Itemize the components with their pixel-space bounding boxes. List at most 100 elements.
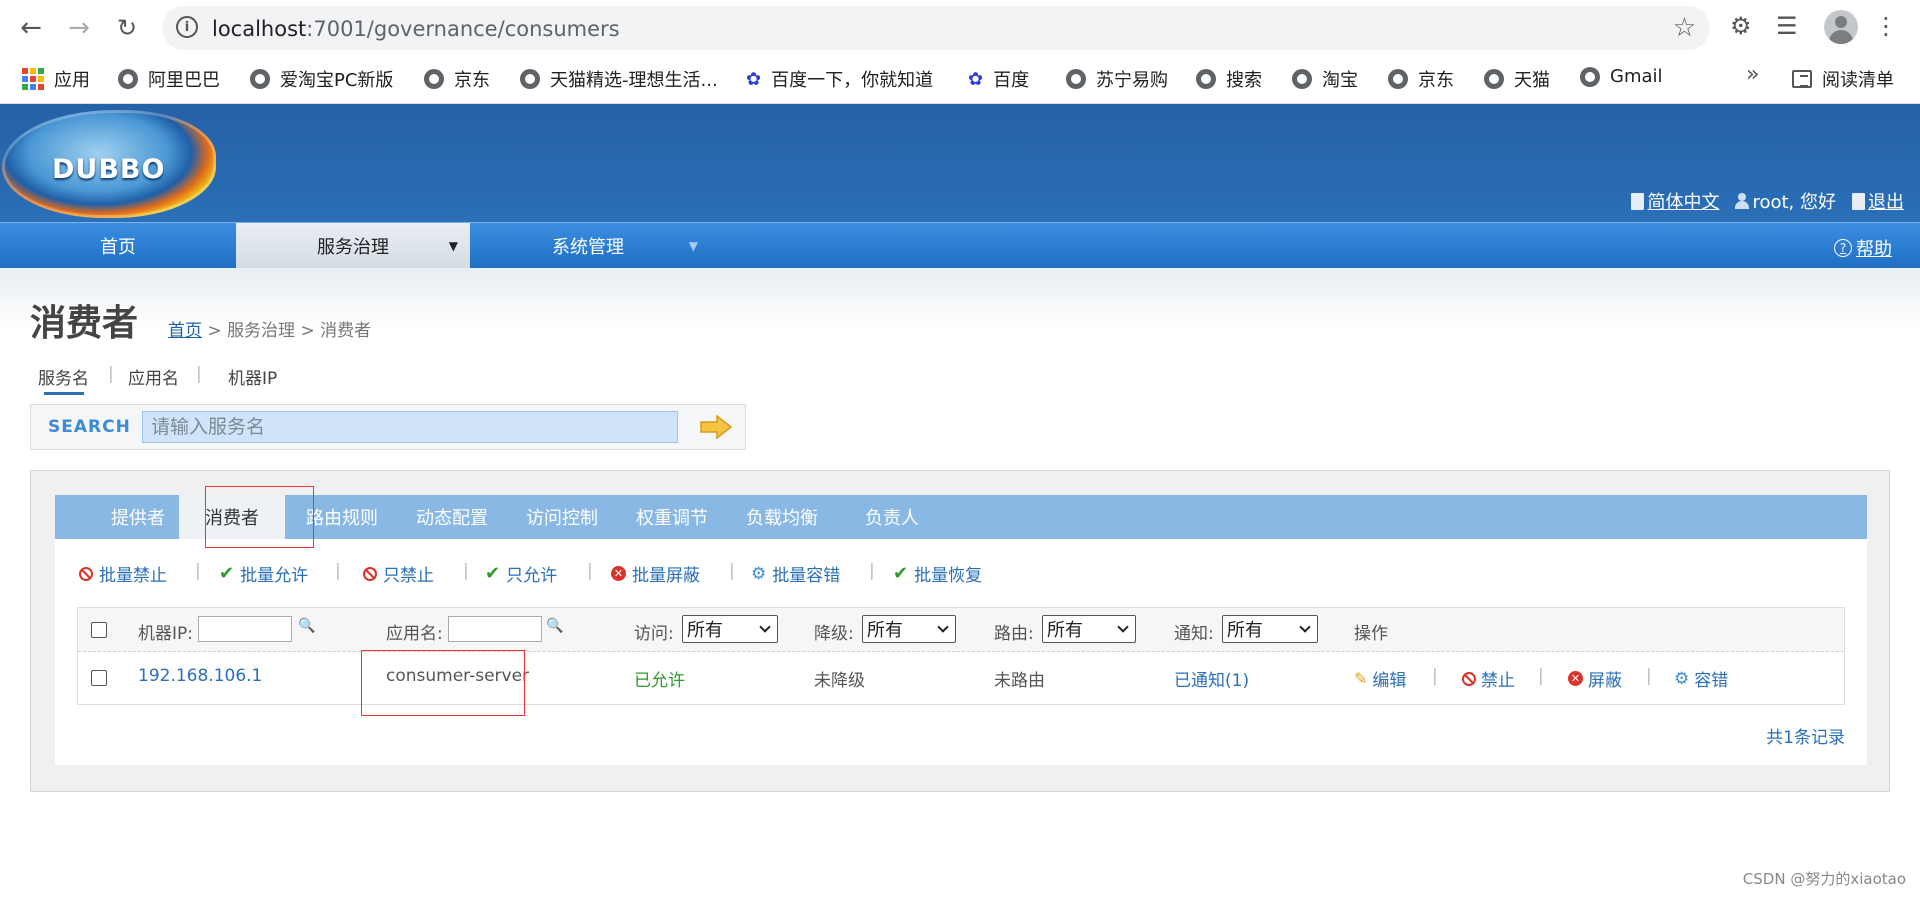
batch-forbid-button[interactable]: 批量禁止 <box>79 561 167 586</box>
only-allow-button[interactable]: ✔ 只允许 <box>485 561 557 586</box>
app-header: DUBBO 简体中文 root, 您好 退出 <box>0 104 1920 222</box>
bookmarks-bar: 应用 阿里巴巴 爱淘宝PC新版 京东 天猫精选-理想生活... ✿ 百度一下，你就… <box>0 58 1920 98</box>
bookmarks-more-button[interactable]: » <box>1746 62 1759 87</box>
bookmark-jd[interactable]: 京东 <box>424 66 490 92</box>
bookmark-baidu[interactable]: ✿ 百度 <box>968 66 1029 92</box>
row-notify-link[interactable]: 已通知(1) <box>1174 666 1249 691</box>
action-divider: | <box>1432 666 1438 686</box>
browser-menu-icon[interactable]: ⋮ <box>1874 12 1898 40</box>
bookmark-label: 天猫精选-理想生活... <box>550 70 718 91</box>
ip-filter-input[interactable] <box>198 616 292 642</box>
search-tab-ip[interactable]: 机器IP <box>228 364 277 389</box>
watermark: CSDN @努力的xiaotao <box>1742 870 1906 888</box>
tab-load-balance[interactable]: 负载均衡 <box>727 495 837 539</box>
bookmark-label: 京东 <box>454 70 490 91</box>
bookmark-baidu-search[interactable]: ✿ 百度一下，你就知道 <box>746 66 933 92</box>
access-filter-value: 所有 <box>687 620 723 641</box>
select-all-checkbox[interactable] <box>91 622 107 638</box>
bookmark-tmall-select[interactable]: 天猫精选-理想生活... <box>520 66 718 92</box>
bookmark-alibaba[interactable]: 阿里巴巴 <box>118 66 220 92</box>
batch-shield-button[interactable]: ✕ 批量屏蔽 <box>611 561 700 586</box>
globe-icon <box>1066 69 1086 89</box>
search-submit-arrow-icon[interactable] <box>699 413 733 441</box>
language-link[interactable]: 简体中文 <box>1631 188 1719 214</box>
address-url[interactable]: localhost:7001/governance/consumers <box>212 17 620 41</box>
nav-home[interactable]: 首页 <box>0 223 236 269</box>
bookmark-gmail[interactable]: Gmail <box>1580 66 1663 87</box>
globe-icon <box>1292 69 1312 89</box>
tab-route-rules[interactable]: 路由规则 <box>287 495 397 539</box>
header-app: 应用名: <box>386 624 443 644</box>
bookmark-label: 阿里巴巴 <box>148 70 220 91</box>
row-ip-link[interactable]: 192.168.106.1 <box>138 666 262 686</box>
forbid-icon <box>79 566 93 581</box>
search-tab-app[interactable]: 应用名 <box>128 364 179 389</box>
shield-button[interactable]: ✕ 屏蔽 <box>1568 666 1622 691</box>
bookmark-jd-2[interactable]: 京东 <box>1388 66 1454 92</box>
access-filter-select[interactable]: 所有 <box>682 615 778 643</box>
tolerance-button[interactable]: ⚙ 容错 <box>1674 666 1728 692</box>
back-icon[interactable]: ← <box>14 11 48 45</box>
reading-list-button[interactable]: 阅读清单 <box>1792 66 1894 92</box>
bookmark-label: 淘宝 <box>1322 70 1358 91</box>
breadcrumb: 首页 > 服务治理 > 消费者 <box>168 316 371 341</box>
forbid-button[interactable]: 禁止 <box>1462 666 1515 691</box>
route-filter-select[interactable]: 所有 <box>1042 615 1136 643</box>
bookmark-taobao[interactable]: 淘宝 <box>1292 66 1358 92</box>
only-forbid-button[interactable]: 只禁止 <box>363 561 434 586</box>
bookmark-suning[interactable]: 苏宁易购 <box>1066 66 1168 92</box>
batch-tolerance-button[interactable]: ⚙ 批量容错 <box>751 561 840 587</box>
search-icon[interactable]: 🔍 <box>298 618 315 634</box>
reading-list-icon <box>1792 70 1812 88</box>
row-route-status: 未路由 <box>994 671 1045 691</box>
tab-weight[interactable]: 权重调节 <box>617 495 727 539</box>
reload-icon[interactable]: ↻ <box>110 11 144 45</box>
edit-button[interactable]: ✎ 编辑 <box>1354 666 1406 691</box>
toolbar-divider: | <box>587 561 593 581</box>
tab-providers[interactable]: 提供者 <box>83 495 193 539</box>
only-forbid-label: 只禁止 <box>383 566 434 586</box>
user-label: root, 您好 <box>1752 192 1836 213</box>
search-input[interactable] <box>142 411 678 443</box>
baidu-paw-icon: ✿ <box>968 68 984 90</box>
header-operations: 操作 <box>1354 624 1388 644</box>
extensions-icon[interactable]: ⚙ <box>1730 12 1752 40</box>
dubbo-logo[interactable]: DUBBO <box>2 110 216 218</box>
notify-filter-select[interactable]: 所有 <box>1222 615 1318 643</box>
shield-x-icon: ✕ <box>611 566 626 581</box>
breadcrumb-home[interactable]: 首页 <box>168 321 202 341</box>
address-bar[interactable]: i localhost:7001/governance/consumers ☆ <box>162 6 1710 50</box>
document-icon <box>1631 192 1645 210</box>
logout-link[interactable]: 退出 <box>1852 188 1904 214</box>
batch-allow-button[interactable]: ✔ 批量允许 <box>219 561 308 586</box>
bookmark-aitaobao[interactable]: 爱淘宝PC新版 <box>250 66 393 92</box>
header-route: 路由: <box>994 624 1034 644</box>
profile-avatar[interactable] <box>1824 10 1858 44</box>
nav-service-governance[interactable]: 服务治理 ▼ <box>236 223 470 269</box>
bookmark-star-icon[interactable]: ☆ <box>1673 13 1696 43</box>
search-icon[interactable]: 🔍 <box>546 618 563 634</box>
batch-restore-button[interactable]: ✔ 批量恢复 <box>893 561 982 586</box>
help-link[interactable]: ? 帮助 <box>1834 235 1892 261</box>
help-icon: ? <box>1834 239 1852 257</box>
content-panel: 提供者 消费者 路由规则 动态配置 访问控制 权重调节 负载均衡 负责人 批量禁… <box>30 470 1890 792</box>
nav-system-management[interactable]: 系统管理 ▼ <box>470 223 706 269</box>
tab-access-control[interactable]: 访问控制 <box>507 495 617 539</box>
toolbar-divider: | <box>463 561 469 581</box>
app-filter-input[interactable] <box>448 616 542 642</box>
bookmark-search[interactable]: 搜索 <box>1196 66 1262 92</box>
nav-home-label: 首页 <box>100 237 136 258</box>
tab-dynamic-config[interactable]: 动态配置 <box>397 495 507 539</box>
search-tab-service[interactable]: 服务名 <box>38 364 89 389</box>
tab-consumers[interactable]: 消费者 <box>179 495 285 539</box>
media-icon[interactable]: ☰ <box>1776 12 1798 40</box>
tab-owner[interactable]: 负责人 <box>837 495 947 539</box>
bookmark-label: 京东 <box>1418 70 1454 91</box>
bookmark-apps[interactable]: 应用 <box>22 66 90 92</box>
site-info-icon[interactable]: i <box>176 16 198 38</box>
row-checkbox[interactable] <box>91 670 107 686</box>
degrade-filter-select[interactable]: 所有 <box>862 615 956 643</box>
bookmark-tmall[interactable]: 天猫 <box>1484 66 1550 92</box>
batch-shield-label: 批量屏蔽 <box>632 566 700 586</box>
forward-icon[interactable]: → <box>62 11 96 45</box>
